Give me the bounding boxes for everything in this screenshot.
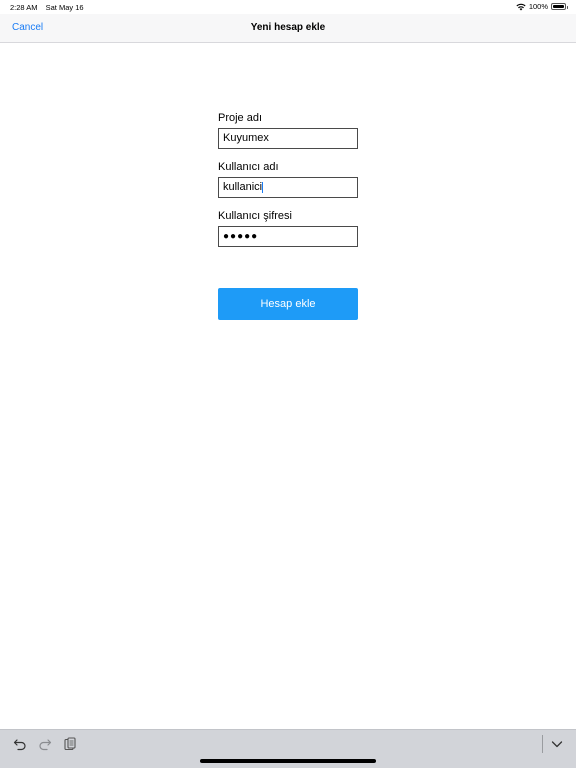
status-right: 100% — [516, 2, 568, 11]
account-form: Proje adı Kuyumex Kullanıcı adı kullanic… — [218, 111, 358, 258]
project-label: Proje adı — [218, 112, 263, 124]
text-cursor — [262, 181, 264, 193]
toolbar-divider — [542, 735, 543, 753]
home-indicator[interactable] — [200, 759, 376, 763]
project-field-group: Proje adı Kuyumex — [218, 111, 358, 149]
add-account-button[interactable]: Hesap ekle — [218, 288, 358, 320]
undo-icon[interactable] — [13, 737, 27, 751]
status-left: 2:28 AM Sat May 16 — [10, 3, 90, 12]
battery-icon — [551, 3, 568, 10]
status-date: Sat May 16 — [45, 3, 84, 12]
redo-icon[interactable] — [38, 737, 52, 751]
battery-percent: 100% — [528, 2, 548, 11]
username-input[interactable]: kullanici — [218, 177, 358, 198]
status-bar: 2:28 AM Sat May 16 100% — [0, 0, 576, 14]
password-label: Kullanıcı şifresi — [218, 210, 292, 222]
project-name-value: Kuyumex — [223, 132, 269, 144]
status-time: 2:28 AM — [10, 3, 38, 12]
navigation-bar: Cancel Yeni hesap ekle — [0, 14, 576, 43]
username-value: kullanici — [223, 181, 263, 193]
page-title: Yeni hesap ekle — [250, 22, 326, 33]
wifi-icon — [516, 3, 526, 10]
password-value: ●●●●● — [223, 231, 259, 242]
project-name-input[interactable]: Kuyumex — [218, 128, 358, 149]
chevron-down-icon[interactable] — [550, 737, 564, 751]
password-field-group: Kullanıcı şifresi ●●●●● — [218, 209, 358, 247]
username-label: Kullanıcı adı — [218, 161, 279, 173]
paste-icon[interactable] — [63, 737, 77, 751]
username-field-group: Kullanıcı adı kullanici — [218, 160, 358, 198]
password-input[interactable]: ●●●●● — [218, 226, 358, 247]
